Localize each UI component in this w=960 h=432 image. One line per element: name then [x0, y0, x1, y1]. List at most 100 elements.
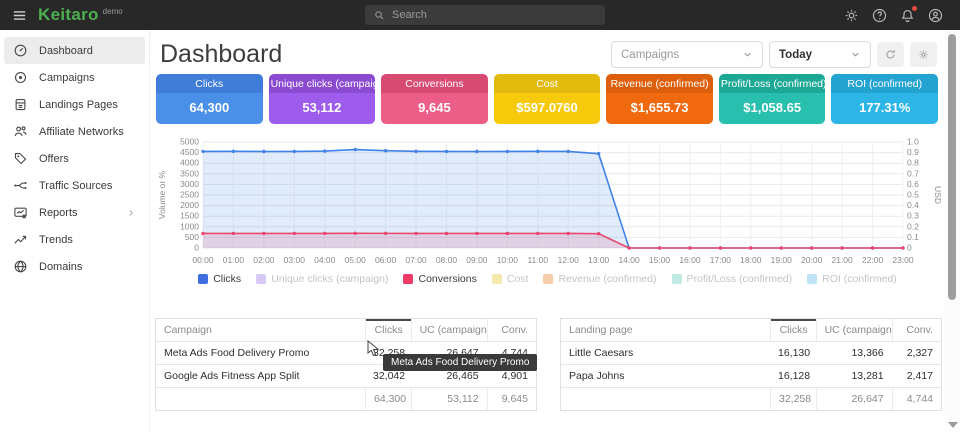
stat-card-value: $597.0760 [494, 93, 601, 124]
table-cell: 64,300 [365, 388, 411, 410]
refresh-icon [884, 48, 897, 61]
svg-text:00:00: 00:00 [192, 255, 214, 265]
sidebar-item-label: Trends [39, 234, 136, 246]
sidebar-item-traffic-sources[interactable]: Traffic Sources [4, 172, 145, 199]
column-header-campaign[interactable]: Campaign [156, 319, 365, 341]
svg-text:01:00: 01:00 [223, 255, 245, 265]
svg-text:2500: 2500 [180, 190, 199, 200]
sidebar-item-label: Campaigns [39, 72, 136, 84]
stat-card-value: $1,058.65 [719, 93, 826, 124]
column-header-conv-[interactable]: Conv. [892, 319, 941, 341]
stat-card-label: Clicks [156, 74, 263, 93]
stat-card-unique-clicks-campaign-: Unique clicks (campaign) 53,112 [269, 74, 376, 124]
campaigns-filter-select[interactable]: Campaigns [611, 41, 763, 68]
svg-text:1000: 1000 [180, 221, 199, 231]
table-cell: 13,366 [816, 342, 892, 364]
table-cell: 4,744 [892, 388, 941, 410]
legend-swatch [403, 274, 413, 284]
stat-card-value: 53,112 [269, 93, 376, 124]
demo-badge: demo [103, 7, 123, 16]
sidebar-item-label: Affiliate Networks [39, 126, 136, 138]
legend-item-roi-confirmed-[interactable]: ROI (confirmed) [807, 273, 897, 285]
column-header-clicks[interactable]: Clicks [770, 319, 816, 341]
sidebar-item-landings-pages[interactable]: Landings Pages [4, 91, 145, 118]
sidebar-item-domains[interactable]: Domains [4, 253, 145, 280]
svg-text:USD: USD [933, 186, 943, 204]
column-header-conv-[interactable]: Conv. [487, 319, 536, 341]
legend-item-revenue-confirmed-[interactable]: Revenue (confirmed) [543, 273, 656, 285]
top-bar: Keitaro demo [0, 0, 960, 30]
svg-text:0.1: 0.1 [907, 232, 919, 242]
stat-card-value: 177.31% [831, 93, 938, 124]
svg-text:4000: 4000 [180, 158, 199, 168]
sidebar-item-trends[interactable]: Trends [4, 226, 145, 253]
bell-icon[interactable] [899, 7, 916, 24]
landing-pages-table: Landing pageClicksUC (campaign)Conv.Litt… [560, 318, 942, 411]
legend-item-profit-loss-confirmed-[interactable]: Profit/Loss (confirmed) [672, 273, 793, 285]
svg-text:0.8: 0.8 [907, 158, 919, 168]
column-header-uc-campaign-[interactable]: UC (campaign) [816, 319, 892, 341]
table-cell: Little Caesars [561, 342, 770, 364]
scrollbar-down-arrow[interactable] [948, 422, 958, 428]
menu-icon[interactable] [4, 0, 34, 30]
column-header-clicks[interactable]: Clicks [365, 319, 411, 341]
sidebar-item-dashboard[interactable]: Dashboard [4, 37, 145, 64]
chevron-down-icon [742, 49, 753, 60]
summary-tables: CampaignClicksUC (campaign)Conv.Meta Ads… [155, 318, 942, 411]
scrollbar-thumb[interactable] [948, 34, 956, 300]
legend-item-clicks[interactable]: Clicks [198, 273, 241, 285]
search-input[interactable] [392, 9, 597, 21]
dashboard-controls: Campaigns Today [611, 41, 937, 68]
table-cell: 26,647 [816, 388, 892, 410]
table-cell [156, 388, 365, 410]
svg-text:13:00: 13:00 [588, 255, 610, 265]
topbar-actions [843, 0, 944, 30]
legend-label: Clicks [213, 273, 241, 285]
legend-label: Revenue (confirmed) [558, 273, 656, 285]
globe-icon [13, 259, 28, 274]
sidebar: Dashboard Campaigns Landings Pages Affil… [0, 30, 150, 432]
app-logo[interactable]: Keitaro [38, 5, 99, 25]
svg-text:20:00: 20:00 [801, 255, 823, 265]
stat-card-profit-loss-confirmed-: Profit/Loss (confirmed) $1,058.65 [719, 74, 826, 124]
svg-text:0: 0 [194, 243, 199, 253]
sidebar-item-offers[interactable]: Offers [4, 145, 145, 172]
column-header-uc-campaign-[interactable]: UC (campaign) [411, 319, 487, 341]
keitaro-dashboard-app: Keitaro demo Dashboard [0, 0, 960, 432]
column-header-landing-page[interactable]: Landing page [561, 319, 770, 341]
sidebar-item-affiliate-networks[interactable]: Affiliate Networks [4, 118, 145, 145]
table-cell: 16,128 [770, 365, 816, 387]
row-tooltip: Meta Ads Food Delivery Promo [383, 354, 537, 371]
sidebar-item-reports[interactable]: Reports [4, 199, 145, 226]
svg-text:02:00: 02:00 [253, 255, 275, 265]
gear-icon[interactable] [843, 7, 860, 24]
legend-item-unique-clicks-campaign-[interactable]: Unique clicks (campaign) [256, 273, 388, 285]
legend-item-conversions[interactable]: Conversions [403, 273, 476, 285]
legend-label: ROI (confirmed) [822, 273, 897, 285]
svg-text:09:00: 09:00 [466, 255, 488, 265]
mouse-cursor [367, 340, 381, 357]
svg-text:0.2: 0.2 [907, 221, 919, 231]
sidebar-item-campaigns[interactable]: Campaigns [4, 64, 145, 91]
gauge-icon [13, 43, 28, 58]
sidebar-item-label: Landings Pages [39, 99, 136, 111]
date-range-select[interactable]: Today [769, 41, 871, 68]
stat-card-label: Revenue (confirmed) [606, 74, 713, 93]
reports-icon [13, 205, 28, 220]
stat-card-label: Conversions [381, 74, 488, 93]
svg-text:3000: 3000 [180, 179, 199, 189]
sidebar-item-label: Dashboard [39, 45, 136, 57]
table-row[interactable]: Little Caesars16,13013,3662,327 [561, 341, 941, 364]
sidebar-item-label: Domains [39, 261, 136, 273]
table-row[interactable]: Papa Johns16,12813,2812,417 [561, 364, 941, 387]
sidebar-item-label: Traffic Sources [39, 180, 136, 192]
help-icon[interactable] [871, 7, 888, 24]
legend-item-cost[interactable]: Cost [492, 273, 529, 285]
svg-text:0.5: 0.5 [907, 190, 919, 200]
user-icon[interactable] [927, 7, 944, 24]
global-search[interactable] [365, 5, 605, 25]
dashboard-settings-button[interactable] [910, 42, 937, 67]
page-scrollbar [945, 30, 960, 432]
stat-card-roi-confirmed-: ROI (confirmed) 177.31% [831, 74, 938, 124]
refresh-button[interactable] [877, 42, 904, 67]
